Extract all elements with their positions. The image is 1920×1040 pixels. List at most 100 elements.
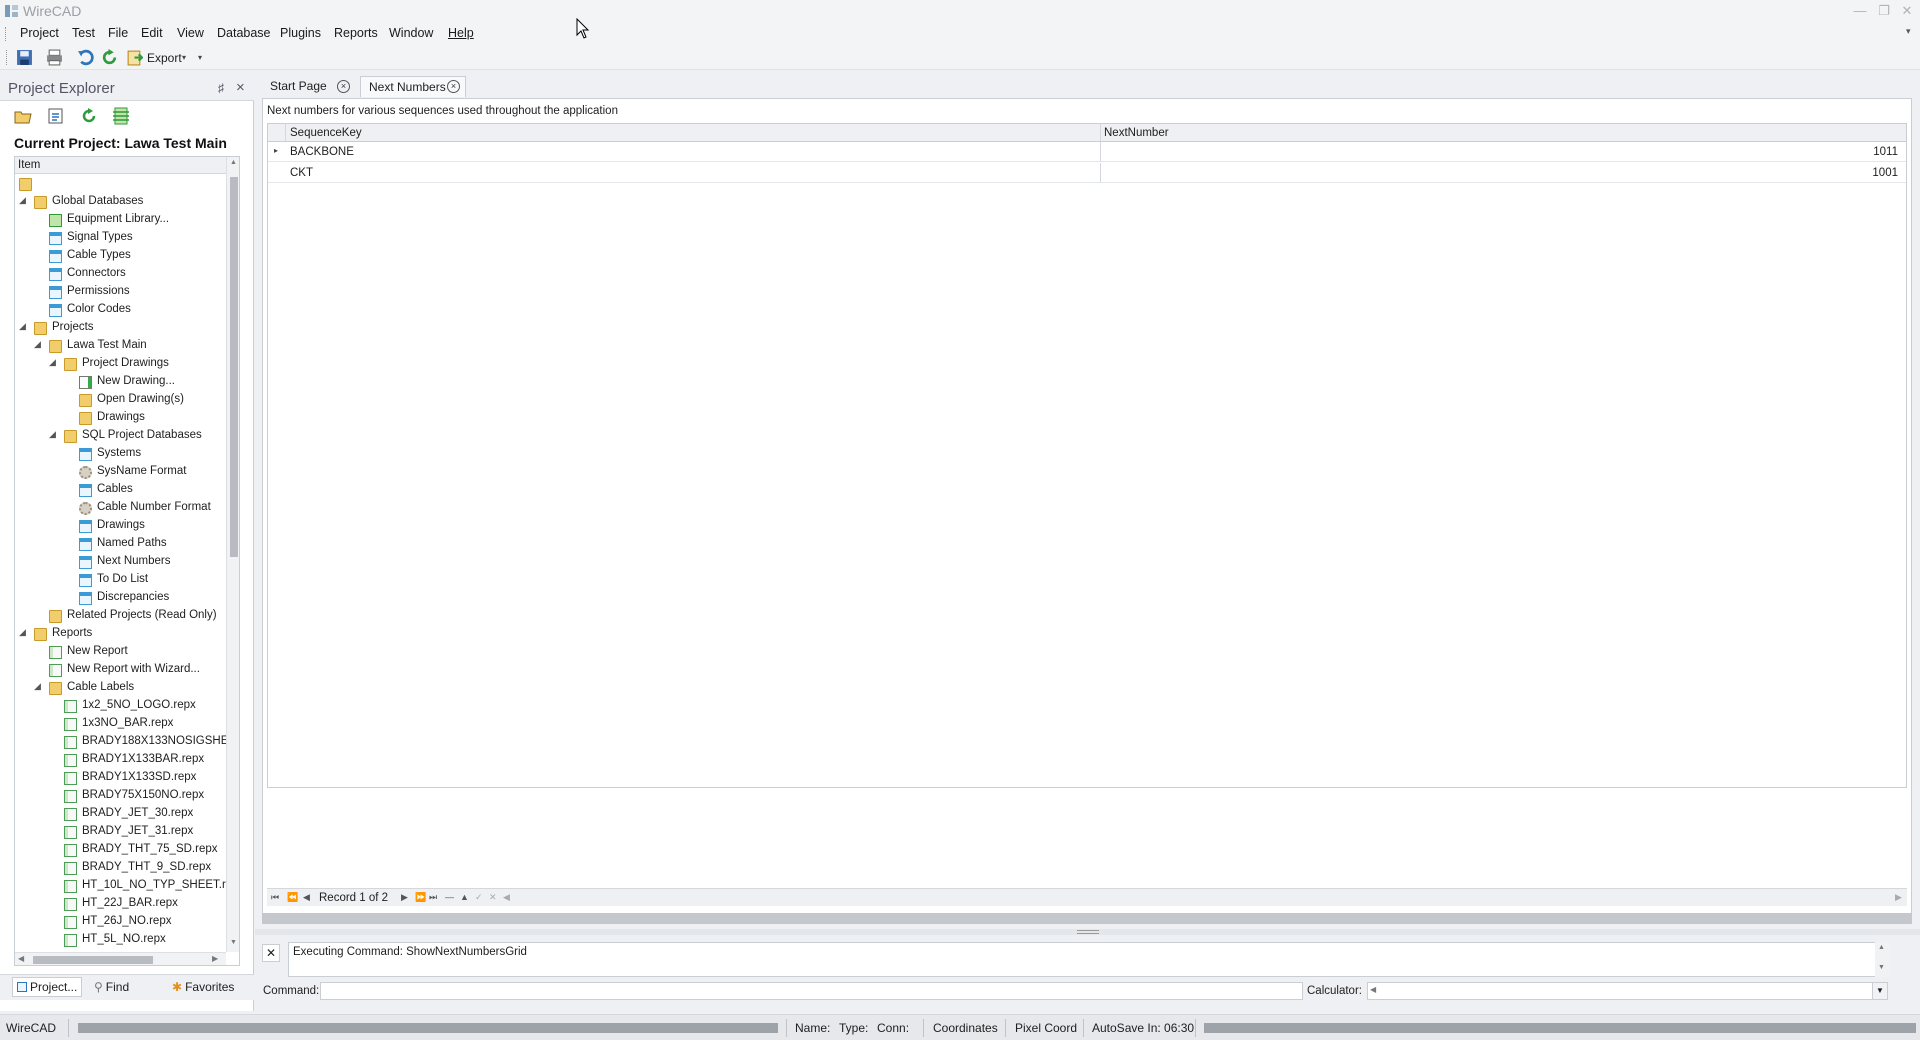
tree-item[interactable]: Drawings: [15, 517, 226, 535]
collapse-icon[interactable]: ◢: [49, 429, 56, 440]
tab-project[interactable]: Project...: [12, 977, 83, 997]
menu-project[interactable]: Project: [20, 26, 59, 40]
tree-item[interactable]: ◢ SQL Project Databases: [15, 427, 226, 445]
column-header-sequencekey[interactable]: SequenceKey: [290, 127, 362, 139]
splitter-grip[interactable]: [1077, 930, 1099, 934]
tree-item[interactable]: To Do List: [15, 571, 226, 589]
maximize-button[interactable]: ❐: [1873, 2, 1895, 20]
output-scrollbar[interactable]: ▲ ▼: [1875, 942, 1889, 977]
clear-output-button[interactable]: ✕: [262, 944, 280, 962]
tree-item[interactable]: Connectors: [15, 265, 226, 283]
export-dropdown-icon[interactable]: ▾: [182, 53, 186, 62]
edit-record-icon[interactable]: ▲: [460, 892, 469, 902]
menu-help[interactable]: Help: [448, 26, 474, 40]
refresh-tree-icon[interactable]: [80, 107, 98, 125]
tree-item[interactable]: HT_10L_NO_TYP_SHEET.rep: [15, 877, 239, 895]
equipment-library-icon[interactable]: [112, 107, 130, 125]
end-edit-icon[interactable]: ✓: [475, 892, 483, 903]
output-scroll-down-icon[interactable]: ▼: [1878, 964, 1885, 971]
tree-item[interactable]: New Report: [15, 643, 226, 661]
next-page-icon[interactable]: ⏩: [415, 892, 426, 903]
tree-item[interactable]: SysName Format: [15, 463, 226, 481]
tree-item[interactable]: Open Drawing(s): [15, 391, 226, 409]
tree-item[interactable]: New Drawing...: [15, 373, 226, 391]
save-icon[interactable]: [16, 49, 33, 66]
scroll-left-icon[interactable]: ◀: [18, 954, 24, 963]
next-record-icon[interactable]: ▶: [401, 892, 408, 903]
menu-plugins[interactable]: Plugins: [280, 26, 321, 40]
menu-file[interactable]: File: [108, 26, 128, 40]
previous-page-icon[interactable]: ⏪: [287, 892, 298, 903]
tree-item[interactable]: BRADY1X133BAR.repx: [15, 751, 226, 769]
previous-record-icon[interactable]: ◀: [303, 892, 310, 903]
scroll-up-icon[interactable]: ▲: [230, 159, 237, 166]
scroll-right-icon[interactable]: ▶: [212, 954, 218, 963]
tree-item[interactable]: BRADY_JET_31.repx: [15, 823, 226, 841]
collapse-icon[interactable]: ◢: [19, 321, 26, 332]
tree-item[interactable]: HT_5L_NO.repx: [15, 931, 226, 949]
tree-item[interactable]: BRADY1X133SD.repx: [15, 769, 226, 787]
command-input[interactable]: [320, 982, 1303, 1000]
cell-sequencekey[interactable]: BACKBONE: [290, 146, 354, 158]
close-start-page-icon[interactable]: ×: [337, 80, 350, 93]
tab-find[interactable]: ⚲ Find: [94, 980, 129, 994]
tree-item[interactable]: Related Projects (Read Only): [15, 607, 226, 625]
output-scroll-up-icon[interactable]: ▲: [1878, 944, 1885, 951]
tree-item[interactable]: Permissions: [15, 283, 226, 301]
undo-icon[interactable]: [77, 49, 94, 66]
menu-window[interactable]: Window: [389, 26, 433, 40]
tree-item[interactable]: BRADY75X150NO.repx: [15, 787, 226, 805]
refresh-icon[interactable]: [101, 49, 118, 66]
tree-item[interactable]: Systems: [15, 445, 226, 463]
scroll-down-icon[interactable]: ▼: [230, 939, 237, 946]
tree-vertical-scroll-thumb[interactable]: [230, 177, 238, 557]
tree-item[interactable]: HT_26J_NO.repx: [15, 913, 226, 931]
toolbar-options-icon[interactable]: ▾: [198, 53, 202, 62]
tree-item[interactable]: BRADY_THT_9_SD.repx: [15, 859, 226, 877]
tree-item[interactable]: BRADY188X133NOSIGSHET: [15, 733, 235, 751]
print-icon[interactable]: [46, 49, 63, 66]
collapse-icon[interactable]: ◢: [34, 339, 41, 350]
tree-vertical-scrollbar[interactable]: ▲ ▼: [226, 157, 239, 952]
tree-item[interactable]: ◢ Reports: [15, 625, 226, 643]
menu-reports[interactable]: Reports: [334, 26, 378, 40]
calculator-history-icon[interactable]: ◀: [1370, 985, 1376, 994]
cancel-edit-icon[interactable]: ✕: [489, 892, 497, 903]
delete-record-icon[interactable]: —: [445, 892, 454, 902]
tab-favorites[interactable]: ✱ Favorites: [172, 980, 234, 994]
open-folder-icon[interactable]: [14, 107, 32, 125]
last-record-icon[interactable]: ⏭: [429, 892, 437, 903]
tree-item[interactable]: Cables: [15, 481, 226, 499]
scroll-left-icon[interactable]: ◀: [503, 892, 510, 903]
tree-horizontal-scroll-thumb[interactable]: [33, 956, 153, 964]
tree-column-header[interactable]: Item: [15, 157, 226, 174]
tree-item[interactable]: Cable Types: [15, 247, 226, 265]
cell-nextnumber[interactable]: 1011: [1873, 146, 1898, 158]
scroll-right-icon[interactable]: ▶: [1895, 892, 1902, 903]
menu-overflow-icon[interactable]: ▾: [1906, 26, 1911, 37]
tree-horizontal-scrollbar[interactable]: ◀ ▶: [15, 952, 226, 965]
pin-icon[interactable]: ♯: [218, 81, 224, 95]
menu-test[interactable]: Test: [72, 26, 95, 40]
tree-item[interactable]: ◢ Global Databases: [15, 193, 226, 211]
close-window-button[interactable]: ✕: [1896, 2, 1918, 20]
table-row[interactable]: CKT 1001: [268, 163, 1906, 183]
main-horizontal-scrollbar[interactable]: [262, 913, 1912, 924]
menu-database[interactable]: Database: [217, 26, 271, 40]
first-record-icon[interactable]: ⏮: [271, 892, 279, 903]
tree-item[interactable]: [15, 175, 226, 193]
cell-sequencekey[interactable]: CKT: [290, 167, 313, 179]
tree-item[interactable]: Signal Types: [15, 229, 226, 247]
export-button[interactable]: Export: [147, 51, 182, 65]
tree-item[interactable]: BRADY_JET_30.repx: [15, 805, 226, 823]
tree-item[interactable]: Cable Number Format: [15, 499, 226, 517]
output-log[interactable]: Executing Command: ShowNextNumbersGrid: [288, 942, 1888, 977]
close-next-numbers-icon[interactable]: ×: [447, 80, 460, 93]
column-header-nextnumber[interactable]: NextNumber: [1104, 127, 1169, 139]
output-splitter[interactable]: [255, 929, 1920, 935]
collapse-icon[interactable]: ◢: [49, 357, 56, 368]
tree-item[interactable]: ◢ Cable Labels: [15, 679, 226, 697]
tree-item[interactable]: BRADY_THT_75_SD.repx: [15, 841, 226, 859]
menu-view[interactable]: View: [177, 26, 204, 40]
tree-item[interactable]: Color Codes: [15, 301, 226, 319]
